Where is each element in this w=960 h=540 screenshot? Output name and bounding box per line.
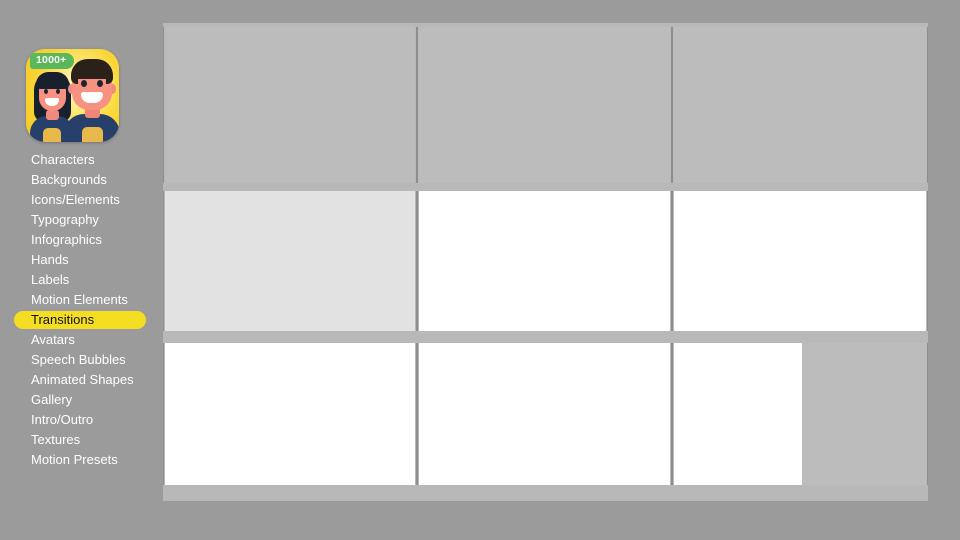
sidebar-item-label: Labels xyxy=(31,272,70,287)
cell-thumbnail xyxy=(674,27,926,183)
cell-thumbnail xyxy=(165,27,415,183)
grid-row xyxy=(163,191,928,331)
content-grid xyxy=(163,23,928,501)
grid-cell[interactable] xyxy=(672,27,928,183)
sidebar-item-motion-elements[interactable]: Motion Elements xyxy=(0,290,160,310)
sidebar-item-label: Backgrounds xyxy=(31,172,107,187)
sidebar-item-label: Speech Bubbles xyxy=(31,352,126,367)
sidebar-item-label: Infographics xyxy=(31,232,102,247)
grid-cell[interactable] xyxy=(163,27,417,183)
sidebar-item-icons-elements[interactable]: Icons/Elements xyxy=(0,190,160,210)
sidebar-item-textures[interactable]: Textures xyxy=(0,430,160,450)
sidebar-item-label: Animated Shapes xyxy=(31,372,134,387)
cell-thumbnail xyxy=(165,343,415,485)
sidebar-item-label: Typography xyxy=(31,212,99,227)
sidebar-item-label: Motion Presets xyxy=(31,452,118,467)
sidebar-item-speech-bubbles[interactable]: Speech Bubbles xyxy=(0,350,160,370)
cell-thumbnail xyxy=(419,343,670,485)
grid-cell[interactable] xyxy=(672,343,928,485)
cell-thumbnail xyxy=(674,191,926,331)
sidebar-item-intro-outro[interactable]: Intro/Outro xyxy=(0,410,160,430)
sidebar-item-infographics[interactable]: Infographics xyxy=(0,230,160,250)
sidebar-item-label: Icons/Elements xyxy=(31,192,120,207)
sidebar-item-label: Intro/Outro xyxy=(31,412,94,427)
sidebar: 1000+ Characters Backgrounds Icons/Eleme… xyxy=(0,0,160,540)
sidebar-item-label: Avatars xyxy=(31,332,75,347)
cell-thumbnail xyxy=(419,27,670,183)
characters-app-icon[interactable]: 1000+ xyxy=(26,49,119,142)
sidebar-item-transitions[interactable]: Transitions xyxy=(0,310,160,330)
grid-cell[interactable] xyxy=(163,191,417,331)
sidebar-item-label: Motion Elements xyxy=(31,292,128,307)
grid-cell[interactable] xyxy=(672,191,928,331)
sidebar-item-backgrounds[interactable]: Backgrounds xyxy=(0,170,160,190)
grid-cell[interactable] xyxy=(417,191,672,331)
sidebar-item-label: Textures xyxy=(31,432,81,447)
app-screen: 1000+ Characters Backgrounds Icons/Eleme… xyxy=(0,0,960,540)
sidebar-item-gallery[interactable]: Gallery xyxy=(0,390,160,410)
sidebar-item-label: Transitions xyxy=(31,312,95,327)
sidebar-item-characters[interactable]: Characters xyxy=(0,150,160,170)
grid-cell[interactable] xyxy=(417,27,672,183)
cell-thumbnail xyxy=(165,191,415,331)
sidebar-item-hands[interactable]: Hands xyxy=(0,250,160,270)
grid-cell[interactable] xyxy=(417,343,672,485)
cell-empty-area xyxy=(802,343,926,485)
grid-cell[interactable] xyxy=(163,343,417,485)
cell-thumbnail xyxy=(419,191,670,331)
sidebar-item-labels[interactable]: Labels xyxy=(0,270,160,290)
sidebar-item-motion-presets[interactable]: Motion Presets xyxy=(0,450,160,470)
sidebar-item-label: Hands xyxy=(31,252,69,267)
sidebar-item-label: Characters xyxy=(31,152,95,167)
sidebar-menu: Characters Backgrounds Icons/Elements Ty… xyxy=(0,150,160,470)
sidebar-item-label: Gallery xyxy=(31,392,73,407)
grid-row xyxy=(163,27,928,183)
male-character-illustration xyxy=(64,56,119,142)
cell-thumbnail xyxy=(674,343,802,485)
sidebar-item-animated-shapes[interactable]: Animated Shapes xyxy=(0,370,160,390)
grid-row xyxy=(163,343,928,485)
sidebar-item-avatars[interactable]: Avatars xyxy=(0,330,160,350)
count-badge: 1000+ xyxy=(30,53,74,69)
sidebar-item-typography[interactable]: Typography xyxy=(0,210,160,230)
